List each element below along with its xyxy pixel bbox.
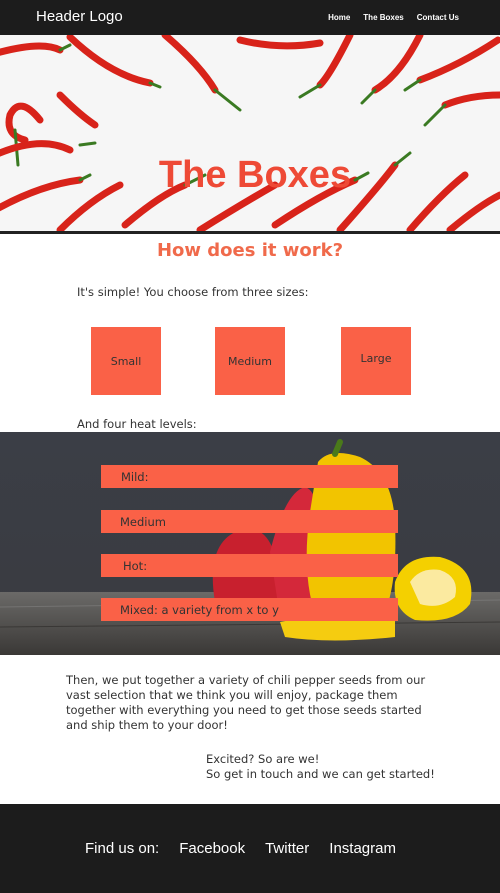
size-box-small[interactable]: Small: [91, 327, 161, 395]
excited-line: Excited? So are we!: [206, 752, 320, 766]
size-box-medium[interactable]: Medium: [215, 327, 285, 395]
heat-intro: And four heat levels:: [77, 417, 197, 431]
find-us-label: Find us on:: [85, 840, 160, 857]
chili-peppers-image: [0, 35, 500, 233]
nav-boxes-link[interactable]: The Boxes: [363, 13, 403, 22]
nav-contact-link[interactable]: Contact Us: [417, 13, 459, 22]
site-header: Header Logo Home The Boxes Contact Us: [0, 0, 500, 35]
heat-level-hot[interactable]: Hot:: [101, 554, 398, 577]
main-nav: Home The Boxes Contact Us: [328, 13, 459, 22]
hero-divider: [0, 231, 500, 234]
excited-line: So get in touch and we can get started!: [206, 767, 435, 781]
nav-home-link[interactable]: Home: [328, 13, 350, 22]
excited-text: Excited? So are we! So get in touch and …: [206, 752, 435, 782]
section-title: How does it work?: [156, 240, 344, 261]
site-footer: Find us on: Facebook Twitter Instagram: [0, 804, 500, 893]
paragraph-line: Then, we put together a variety of chili…: [66, 673, 426, 687]
description-paragraph: Then, we put together a variety of chili…: [66, 673, 436, 733]
twitter-link[interactable]: Twitter: [265, 840, 309, 857]
heat-level-mixed[interactable]: Mixed: a variety from x to y: [101, 598, 398, 621]
instagram-link[interactable]: Instagram: [329, 840, 396, 857]
paragraph-line: vast selection that we think you will en…: [66, 688, 398, 702]
peppers-banner: Mild: Medium Hot: Mixed: a variety from …: [0, 432, 500, 655]
paragraph-line: and ship them to your door!: [66, 718, 228, 732]
heat-level-medium[interactable]: Medium: [101, 510, 398, 533]
sizes-intro: It's simple! You choose from three sizes…: [77, 285, 309, 299]
header-logo[interactable]: Header Logo: [36, 8, 123, 25]
paragraph-line: together with everything you need to get…: [66, 703, 422, 717]
heat-level-mild[interactable]: Mild:: [101, 465, 398, 488]
facebook-link[interactable]: Facebook: [179, 840, 245, 857]
hero-title: The Boxes: [158, 154, 352, 196]
size-box-large[interactable]: Large: [341, 327, 411, 395]
hero-banner: The Boxes: [0, 35, 500, 233]
social-links: Find us on: Facebook Twitter Instagram: [85, 840, 396, 857]
